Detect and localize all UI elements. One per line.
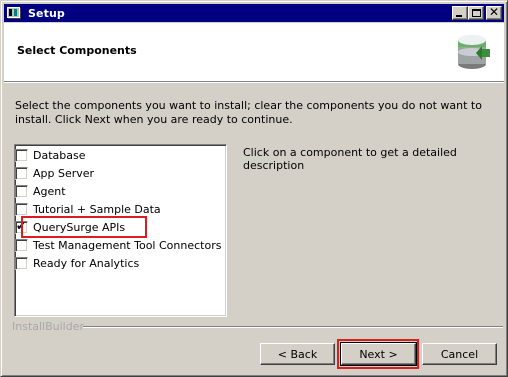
checkbox[interactable] (15, 256, 28, 270)
setup-app-icon (6, 5, 22, 21)
installer-database-icon (458, 35, 490, 69)
component-label: Ready for Analytics (33, 256, 140, 270)
component-label: App Server (33, 166, 95, 180)
checkbox[interactable] (15, 184, 28, 198)
checkbox[interactable] (15, 148, 28, 162)
maximize-icon (472, 9, 481, 17)
component-description: Click on a component to get a detailed d… (243, 146, 457, 172)
checkbox[interactable] (15, 202, 28, 216)
component-label: Tutorial + Sample Data (33, 202, 161, 216)
checkbox[interactable] (15, 238, 28, 252)
checkbox[interactable] (15, 166, 28, 180)
component-label: Agent (33, 184, 66, 198)
close-button[interactable]: ✕ (486, 5, 502, 20)
page-title: Select Components (17, 44, 137, 57)
next-highlight-box (337, 339, 419, 369)
installbuilder-brand: InstallBuilder (12, 320, 85, 333)
setup-window: Setup ✕ Select Components Select the com… (0, 0, 508, 377)
selection-highlight-box (21, 216, 147, 238)
component-app-server[interactable]: App Server (15, 165, 94, 181)
maximize-button[interactable] (468, 6, 484, 20)
back-button[interactable]: < Back (260, 343, 335, 365)
minimize-button[interactable] (452, 6, 468, 20)
header-panel: Select Components (4, 23, 504, 81)
component-tutorial[interactable]: Tutorial + Sample Data (15, 201, 161, 217)
component-label: Test Management Tool Connectors (33, 238, 222, 252)
title-bar[interactable]: Setup ✕ (4, 4, 504, 22)
window-title: Setup (28, 6, 65, 20)
component-ready-for-analytics[interactable]: Ready for Analytics (15, 255, 139, 271)
component-label: Database (33, 148, 86, 162)
instructions-text: Select the components you want to instal… (15, 99, 482, 126)
footer-divider (83, 326, 503, 328)
component-test-management-connectors[interactable]: Test Management Tool Connectors (15, 237, 221, 253)
minimize-icon (456, 15, 462, 17)
cancel-button[interactable]: Cancel (422, 343, 497, 365)
component-agent[interactable]: Agent (15, 183, 66, 199)
close-icon: ✕ (488, 5, 500, 19)
component-database[interactable]: Database (15, 147, 86, 163)
header-divider (4, 81, 504, 83)
